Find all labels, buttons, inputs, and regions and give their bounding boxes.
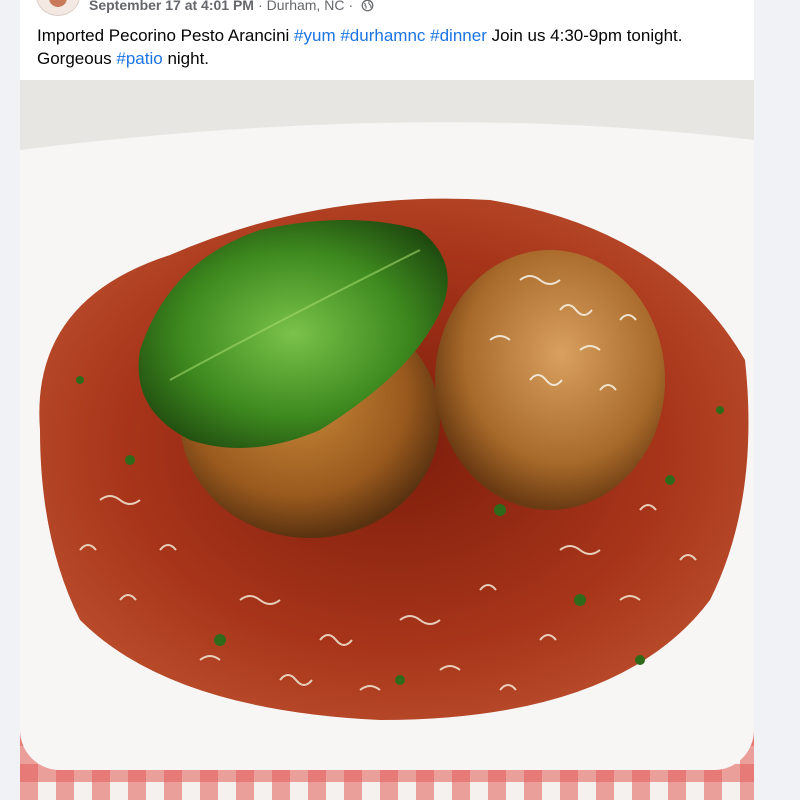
meta-separator-2: · [348, 0, 354, 13]
post-location[interactable]: Durham, NC [267, 0, 345, 13]
facebook-post: September 17 at 4:01 PM · Durham, NC · I… [20, 0, 754, 800]
hashtag-link[interactable]: #dinner [430, 26, 487, 45]
hashtag-link[interactable]: #yum [294, 26, 336, 45]
post-meta: September 17 at 4:01 PM · Durham, NC · [89, 0, 374, 13]
arancini-photo [20, 80, 754, 800]
post-photo[interactable] [20, 80, 754, 800]
post-timestamp[interactable]: September 17 at 4:01 PM [89, 0, 254, 13]
hashtag-link[interactable]: #patio [116, 49, 162, 68]
caption-text: Imported Pecorino Pesto Arancini [37, 26, 295, 45]
post-caption: Imported Pecorino Pesto Arancini #yum #d… [37, 24, 737, 70]
post-header: September 17 at 4:01 PM · Durham, NC · [20, 0, 754, 18]
caption-text: night. [162, 49, 210, 68]
meta-separator: · [257, 0, 263, 13]
globe-icon[interactable] [361, 0, 374, 12]
hashtag-link[interactable]: #durhamnc [340, 26, 425, 45]
profile-avatar[interactable] [36, 0, 80, 16]
arancini-ball-right [435, 250, 665, 510]
page-background [754, 0, 800, 800]
